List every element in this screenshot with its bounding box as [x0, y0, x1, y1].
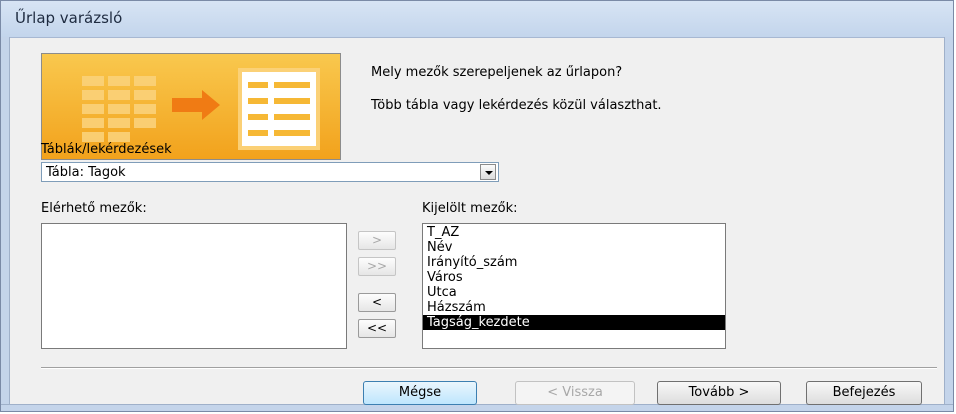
selected-fields-label: Kijelölt mezők:: [422, 201, 518, 216]
chevron-down-icon[interactable]: [480, 164, 496, 180]
back-button[interactable]: < Vissza: [515, 381, 635, 405]
window-frame-right: [944, 37, 953, 411]
form-wizard-dialog: Űrlap varázsló Mely mezők szerepeljenek …: [0, 0, 954, 412]
list-item[interactable]: Irányító_szám: [423, 255, 725, 270]
next-button[interactable]: Tovább >: [657, 381, 781, 405]
selected-fields-list[interactable]: T_AZ Név Irányító_szám Város Utca Házszá…: [422, 223, 726, 349]
list-item-selected[interactable]: Tagság_kezdete: [423, 315, 725, 330]
list-item[interactable]: Név: [423, 240, 725, 255]
available-fields-label: Elérhető mezők:: [41, 201, 147, 216]
hint-text: Több tábla vagy lekérdezés közül választ…: [371, 98, 662, 113]
footer-separator: [41, 367, 937, 369]
title-bar[interactable]: Űrlap varázsló: [1, 1, 953, 38]
source-combobox[interactable]: Tábla: Tagok: [41, 162, 499, 182]
available-fields-list[interactable]: [41, 223, 347, 349]
finish-button[interactable]: Befejezés: [806, 381, 922, 405]
list-item[interactable]: Házszám: [423, 300, 725, 315]
source-selected-value: Tábla: Tagok: [46, 165, 126, 180]
source-label: Táblák/lekérdezések: [41, 142, 172, 157]
window-frame-bottom: [1, 404, 953, 411]
list-item[interactable]: T_AZ: [423, 225, 725, 240]
remove-all-fields-button[interactable]: <<: [358, 319, 396, 338]
list-item[interactable]: Utca: [423, 285, 725, 300]
window-frame-left: [1, 37, 10, 411]
list-item[interactable]: Város: [423, 270, 725, 285]
question-text: Mely mezők szerepeljenek az űrlapon?: [371, 65, 623, 80]
window-title: Űrlap varázsló: [15, 9, 123, 27]
cancel-button[interactable]: Mégse: [363, 381, 477, 405]
remove-field-button[interactable]: <: [358, 293, 396, 312]
add-field-button[interactable]: >: [358, 231, 396, 250]
add-all-fields-button[interactable]: >>: [358, 257, 396, 276]
